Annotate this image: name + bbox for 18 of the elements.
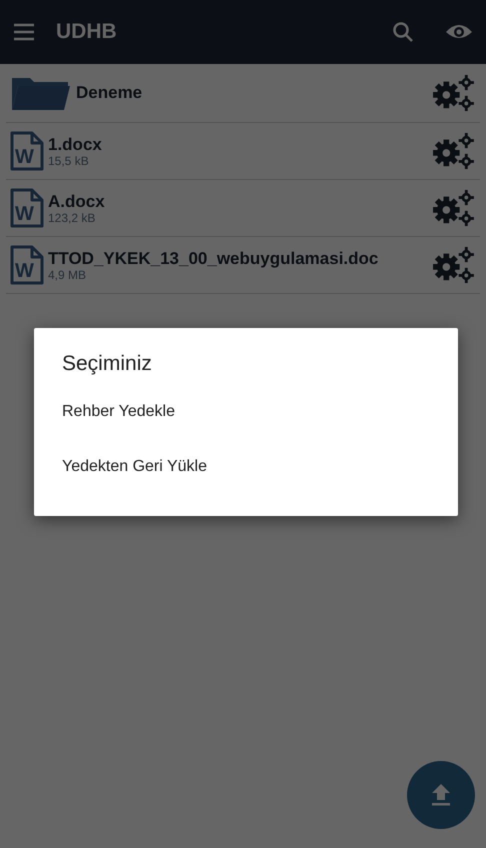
gears-icon[interactable] <box>430 246 476 284</box>
menu-icon[interactable] <box>12 22 36 42</box>
file-size: 123,2 kB <box>48 212 96 224</box>
file-size: 15,5 kB <box>48 155 90 167</box>
gears-icon[interactable] <box>430 189 476 227</box>
gears-icon[interactable] <box>430 132 476 170</box>
file-name[interactable]: 1.docx <box>48 135 430 155</box>
dialog-option[interactable]: Rehber Yedekle <box>34 384 458 439</box>
gears-icon[interactable] <box>430 74 476 112</box>
file-name[interactable]: TTOD_YKEK_13_00_webuygulamasi.doc <box>48 249 430 269</box>
dialog-option[interactable]: Yedekten Geri Yükle <box>34 439 458 494</box>
file-name[interactable]: A.docx <box>48 192 430 212</box>
dialog-title: Seçiminiz <box>62 352 153 376</box>
file-name[interactable]: Deneme <box>76 83 430 103</box>
app-title: UDHB <box>56 20 118 44</box>
upload-icon <box>431 783 451 807</box>
search-icon[interactable] <box>392 21 414 43</box>
file-size: 4,9 MB <box>48 269 88 281</box>
